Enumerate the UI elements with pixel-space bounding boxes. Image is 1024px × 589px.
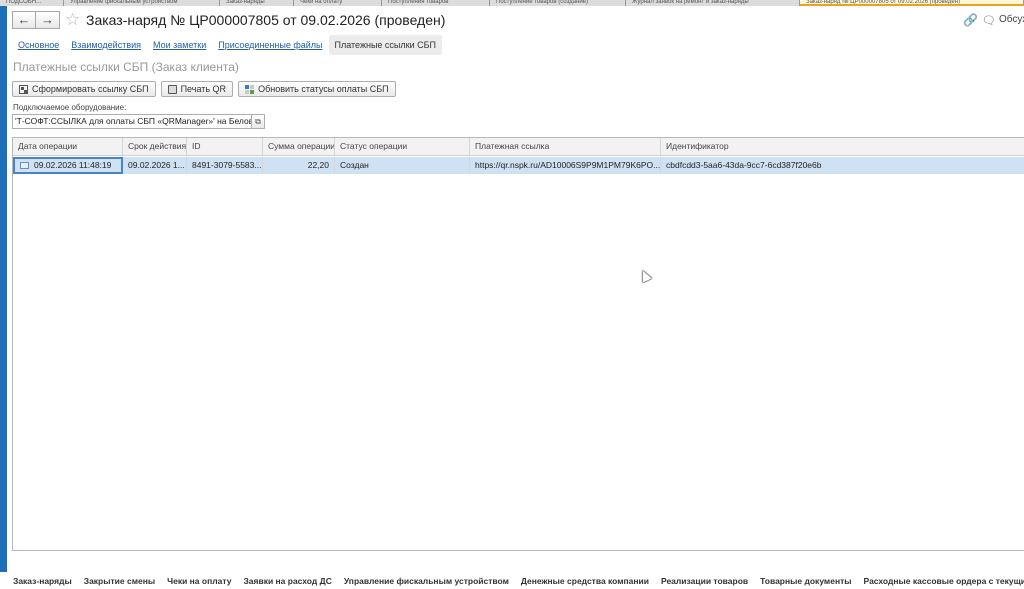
window-tab[interactable]: ПОДСОБН... [0,0,64,6]
window-tab[interactable]: Управление фискальным устройством [64,0,220,6]
bottom-item-sales[interactable]: Реализации товаров [655,576,754,586]
arrow-left-icon: ← [17,12,31,27]
table-row[interactable]: 09.02.2026 11:48:19 09.02.2026 1... 8491… [13,157,1024,174]
refresh-statuses-button[interactable]: Обновить статусы оплаты СБП [238,81,396,97]
tab-main[interactable]: Основное [12,35,65,55]
document-icon [20,162,29,169]
page-title: Заказ-наряд № ЦР000007805 от 09.02.2026 … [86,12,446,28]
qr-code-icon [19,84,28,94]
discuss-button[interactable]: 🗨 Обсуж [982,14,1024,27]
print-qr-button[interactable]: Печать QR [160,81,234,97]
column-header-id[interactable]: ID [187,138,263,155]
bottom-item-cash-orders[interactable]: Расходные кассовые ордера с текущими [858,576,1024,586]
cell-payment-link[interactable]: https://qr.nspk.ru/AD10006S9P9M1PM79K6PO… [470,157,661,174]
column-header-payment-link[interactable]: Платежная ссылка [470,138,661,155]
bottom-item-company-funds[interactable]: Денежные средства компании [515,576,655,586]
open-equipment-button[interactable]: ⧉ [252,114,265,129]
payment-links-table: Дата операции Срок действия ID Сумма опе… [12,137,1024,551]
open-icon: ⧉ [255,117,261,126]
bottom-item-shift-close[interactable]: Закрытие смены [78,576,161,586]
window-tab[interactable]: Заказ-наряды [220,0,294,6]
bottom-item-fiscal-device[interactable]: Управление фискальным устройством [338,576,515,586]
refresh-status-icon [245,84,255,94]
equipment-label: Подключаемое оборудование: [13,103,127,112]
column-header-date[interactable]: Дата операции [13,138,123,155]
speech-bubble-icon: 🗨 [982,15,996,27]
bottom-item-goods-documents[interactable]: Товарные документы [754,576,857,586]
printer-icon [167,84,177,94]
form-tabs: Основное Взаимодействия Мои заметки Прис… [12,35,442,55]
window-tab[interactable]: Журнал заявок на ремонт и заказ-наряды [626,0,800,6]
window-tab-active[interactable]: Заказ-наряд № ЦР000007805 от 09.02.2026 … [800,0,1024,6]
window-tab[interactable]: Поступление товаров (создание) [490,0,626,6]
form-header: ← → ☆ Заказ-наряд № ЦР000007805 от 09.02… [12,10,1024,32]
generate-sbp-link-label: Сформировать ссылку СБП [32,84,149,94]
nav-buttons: ← → [12,11,60,29]
column-header-expiry[interactable]: Срок действия [123,138,187,155]
cell-identifier[interactable]: cbdfcdd3-5aa6-43da-9cc7-6cd387f20e6b [661,157,1024,174]
open-windows-bar: Заказ-наряды Закрытие смены Чеки на опла… [0,572,1024,589]
back-button[interactable]: ← [12,11,36,29]
toolbar: Сформировать ссылку СБП Печать QR Обнови… [12,81,401,97]
discuss-label: Обсуж [998,14,1024,25]
cell-expiry[interactable]: 09.02.2026 1... [123,157,187,174]
left-accent-bar [0,6,7,572]
cell-date-text: 09.02.2026 11:48:19 [34,160,112,170]
tab-attached-files[interactable]: Присоединенные файлы [212,35,328,55]
section-title: Платежные ссылки СБП (Заказ клиента) [13,60,239,74]
equipment-field[interactable]: 'Т-СОФТ:ССЫЛКА для оплаты СБП «QRManager… [12,114,252,129]
window-tabs: ПОДСОБН... Управление фискальным устройс… [0,0,1024,6]
tab-my-notes[interactable]: Мои заметки [147,35,212,55]
window-tab[interactable]: Поступления товаров [382,0,490,6]
cell-status[interactable]: Создан [335,157,470,174]
link-icon[interactable]: 🔗 [963,13,978,27]
refresh-statuses-label: Обновить статусы оплаты СБП [258,84,389,94]
tab-sbp-payment-links[interactable]: Платежные ссылки СБП [328,35,442,55]
cell-date[interactable]: 09.02.2026 11:48:19 [13,157,123,174]
column-header-identifier[interactable]: Идентификатор [661,138,1024,155]
favorite-star-icon[interactable]: ☆ [65,10,80,30]
forward-button[interactable]: → [36,11,60,29]
bottom-item-work-orders[interactable]: Заказ-наряды [7,576,78,586]
cell-id[interactable]: 8491-3079-5583... [187,157,263,174]
arrow-right-icon: → [41,12,54,27]
cell-amount[interactable]: 22,20 [263,157,335,174]
column-header-amount[interactable]: Сумма операции [263,138,335,155]
generate-sbp-link-button[interactable]: Сформировать ссылку СБП [12,81,156,97]
print-qr-label: Печать QR [180,84,227,94]
table-header: Дата операции Срок действия ID Сумма опе… [13,138,1024,156]
window-tab[interactable]: Чеки на оплату [294,0,382,6]
column-header-status[interactable]: Статус операции [335,138,470,155]
tab-interactions[interactable]: Взаимодействия [65,35,147,55]
bottom-item-payment-receipts[interactable]: Чеки на оплату [161,576,237,586]
bottom-item-expense-requests[interactable]: Заявки на расход ДС [237,576,337,586]
